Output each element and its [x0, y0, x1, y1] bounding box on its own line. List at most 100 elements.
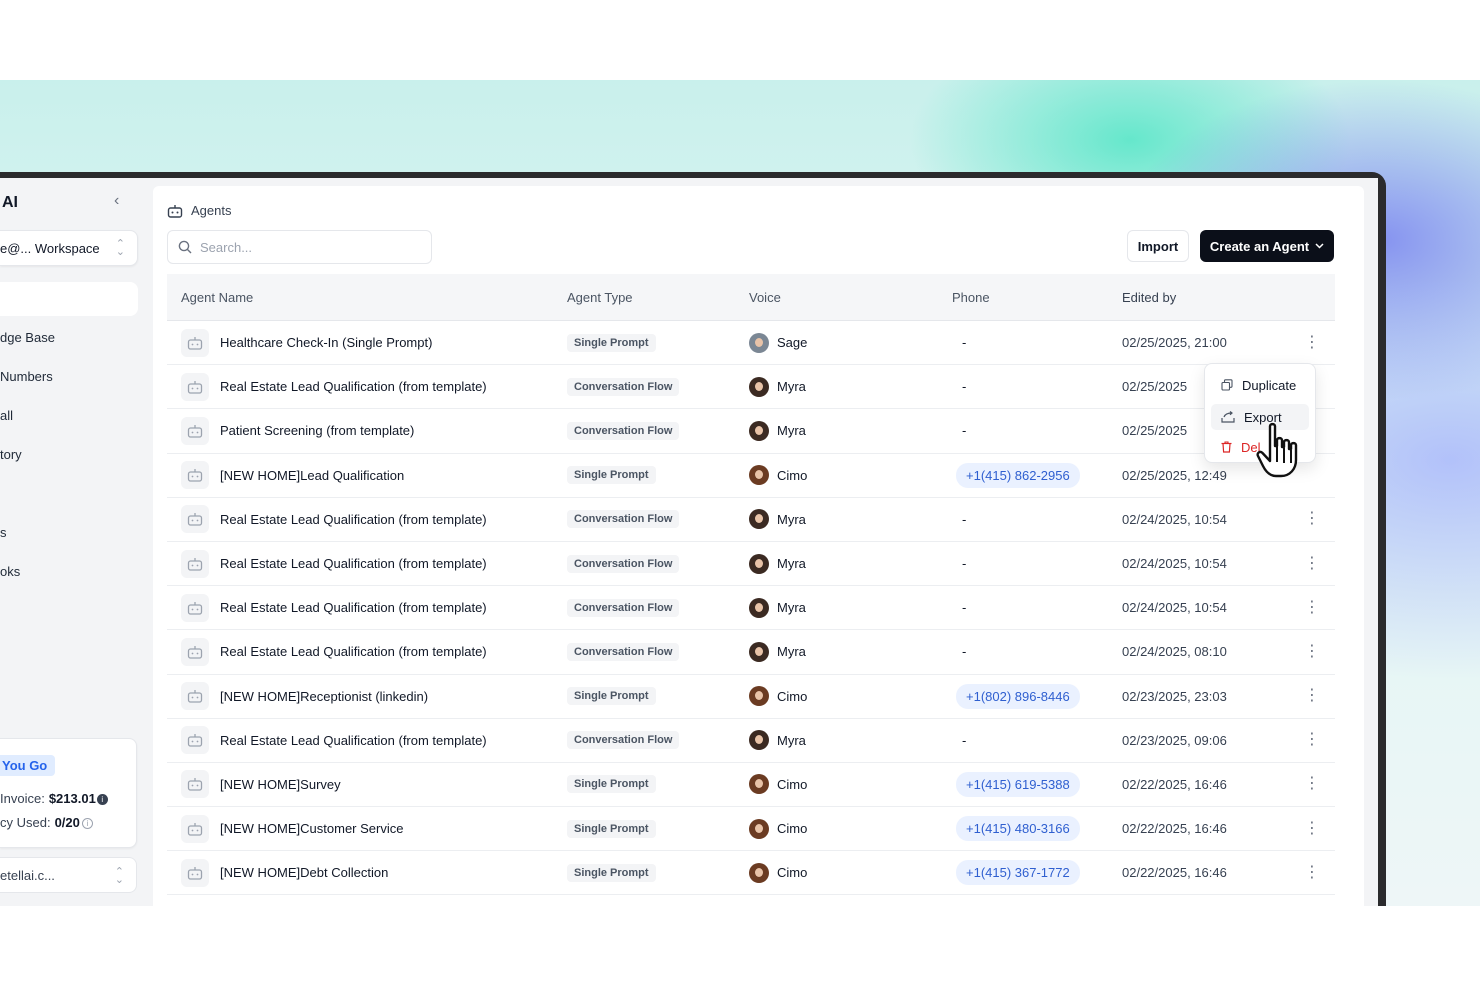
table-row[interactable]: [NEW HOME]Receptionist (linkedin) Single …: [167, 675, 1335, 719]
voice-cell: Myra: [749, 553, 952, 574]
phone-number-badge[interactable]: +1(802) 896-8446: [956, 683, 1080, 709]
agent-type-badge: Single Prompt: [567, 466, 656, 485]
more-options-icon[interactable]: ⋮: [1292, 864, 1332, 881]
column-agent-name[interactable]: Agent Name: [167, 290, 567, 305]
main-panel: Agents Import Create an Agent Agent Name…: [153, 186, 1364, 938]
agent-name[interactable]: [NEW HOME]Debt Collection: [220, 865, 388, 880]
voice-cell: Myra: [749, 420, 952, 441]
table-row[interactable]: Real Estate Lead Qualification (from tem…: [167, 586, 1335, 631]
agent-name[interactable]: Real Estate Lead Qualification (from tem…: [220, 644, 487, 659]
hand-cursor-icon: [1256, 422, 1298, 478]
table-row[interactable]: [NEW HOME]Customer Service Single Prompt C…: [167, 807, 1335, 852]
agent-name-cell: [NEW HOME]Lead Qualification: [167, 461, 567, 490]
table-row[interactable]: [NEW HOME]Debt Collection Single Prompt Ci…: [167, 851, 1335, 896]
voice-cell: Cimo: [749, 774, 952, 795]
more-options-icon[interactable]: ⋮: [1292, 776, 1332, 792]
column-phone[interactable]: Phone: [952, 290, 1122, 305]
phone-number-badge[interactable]: +1(415) 862-2956: [956, 462, 1080, 488]
table-row[interactable]: Real Estate Lead Qualification (from tem…: [167, 498, 1335, 542]
sidebar: AI ‹ e@... Workspace ⌃ ⌄ dge Base Numbers…: [0, 178, 152, 938]
table-row[interactable]: [NEW HOME]Lead Qualification Single Promp…: [167, 454, 1335, 498]
more-options-icon[interactable]: ⋮: [1292, 688, 1332, 704]
edited-by-cell: 02/24/2025, 10:54: [1122, 511, 1227, 527]
column-agent-type[interactable]: Agent Type: [567, 290, 749, 305]
voice-cell: Cimo: [749, 862, 952, 883]
voice-avatar: [749, 774, 769, 795]
agent-name[interactable]: [NEW HOME]Receptionist (linkedin): [220, 689, 428, 704]
column-edited-by[interactable]: Edited by: [1122, 290, 1292, 305]
collapse-sidebar-icon[interactable]: ‹: [114, 192, 119, 210]
table-row[interactable]: Real Estate Lead Qualification (from tem…: [167, 719, 1335, 763]
sidebar-item-agents[interactable]: [0, 282, 138, 316]
table-row[interactable]: Real Estate Lead Qualification (from tem…: [167, 542, 1335, 587]
agent-name[interactable]: Real Estate Lead Qualification (from tem…: [220, 556, 487, 571]
phone-cell: -: [952, 733, 1122, 748]
agent-name-cell: Real Estate Lead Qualification (from tem…: [167, 637, 567, 666]
agent-type-cell: Single Prompt: [567, 775, 749, 794]
voice-cell: Myra: [749, 376, 952, 397]
sidebar-item-webhooks[interactable]: oks: [0, 564, 20, 579]
sidebar-item-batch-call[interactable]: all: [0, 408, 13, 423]
agent-name[interactable]: [NEW HOME]Customer Service: [220, 821, 403, 836]
voice-name: Cimo: [777, 688, 808, 704]
sidebar-item-analytics[interactable]: s: [0, 525, 7, 540]
table-row[interactable]: [NEW HOME]Survey Single Prompt Cimo +1(415)…: [167, 763, 1335, 808]
voice-cell: Myra: [749, 509, 952, 530]
agent-name[interactable]: Real Estate Lead Qualification (from tem…: [220, 600, 487, 615]
robot-icon: [181, 814, 209, 843]
chevron-down-icon: [1315, 243, 1324, 249]
create-agent-label: Create an Agent: [1209, 238, 1310, 254]
agent-name[interactable]: [NEW HOME]Lead Qualification: [220, 468, 404, 483]
concurrency-value: 0/20: [54, 815, 80, 830]
create-agent-button[interactable]: Create an Agent: [1200, 230, 1334, 262]
search-input[interactable]: [200, 239, 400, 255]
phone-number-badge[interactable]: +1(415) 367-1772: [956, 860, 1080, 886]
more-options-icon[interactable]: ⋮: [1292, 820, 1332, 837]
voice-avatar: [749, 509, 769, 530]
more-options-icon[interactable]: ⋮: [1292, 599, 1332, 616]
agent-name[interactable]: [NEW HOME]Survey: [220, 777, 341, 792]
column-voice[interactable]: Voice: [749, 290, 952, 305]
voice-name: Myra: [777, 644, 806, 660]
menu-item-duplicate[interactable]: Duplicate: [1211, 372, 1309, 398]
search-box[interactable]: [167, 230, 432, 264]
agent-type-cell: Conversation Flow: [567, 554, 749, 573]
more-options-icon[interactable]: ⋮: [1292, 555, 1332, 572]
agent-name-cell: Real Estate Lead Qualification (from tem…: [167, 726, 567, 755]
table-row[interactable]: Healthcare Check-In (Single Prompt) Singl…: [167, 321, 1335, 366]
agent-name[interactable]: Healthcare Check-In (Single Prompt): [220, 335, 432, 350]
more-options-icon[interactable]: ⋮: [1292, 511, 1332, 527]
agent-name[interactable]: Real Estate Lead Qualification (from tem…: [220, 733, 487, 748]
voice-avatar: [749, 465, 769, 486]
agent-name[interactable]: Real Estate Lead Qualification (from tem…: [220, 512, 487, 527]
voice-avatar: [749, 862, 769, 883]
voice-cell: Myra: [749, 597, 952, 618]
account-selector[interactable]: etellai.c... ⌃ ⌄: [0, 857, 137, 893]
sidebar-item-call-history[interactable]: tory: [0, 447, 22, 462]
import-button[interactable]: Import: [1127, 230, 1189, 262]
more-options-icon[interactable]: ⋮: [1292, 643, 1332, 660]
more-options-icon[interactable]: ⋮: [1292, 732, 1332, 748]
table-row[interactable]: Real Estate Lead Qualification (from tem…: [167, 365, 1335, 410]
info-icon[interactable]: i: [96, 794, 108, 806]
voice-name: Myra: [777, 732, 806, 748]
phone-cell: -: [952, 335, 1122, 350]
agent-type-cell: Single Prompt: [567, 863, 749, 882]
agent-type-cell: Conversation Flow: [567, 598, 749, 617]
info-icon[interactable]: i: [81, 818, 93, 830]
trash-icon: [1221, 441, 1232, 453]
table-row[interactable]: Patient Screening (from template) Convers…: [167, 409, 1335, 454]
phone-number-badge[interactable]: +1(415) 619-5388: [956, 771, 1080, 797]
agent-name[interactable]: Real Estate Lead Qualification (from tem…: [220, 379, 487, 394]
sidebar-item-knowledge-base[interactable]: dge Base: [0, 330, 55, 345]
sidebar-item-phone-numbers[interactable]: Numbers: [0, 369, 53, 384]
agent-type-badge: Conversation Flow: [567, 598, 680, 617]
workspace-selector[interactable]: e@... Workspace ⌃ ⌄: [0, 230, 138, 266]
phone-number-badge[interactable]: +1(415) 480-3166: [956, 816, 1080, 842]
more-options-icon[interactable]: ⋮: [1292, 334, 1332, 351]
edited-by-cell: 02/24/2025, 08:10: [1122, 644, 1227, 660]
agent-name[interactable]: Patient Screening (from template): [220, 423, 414, 438]
voice-name: Cimo: [777, 776, 808, 792]
table-row[interactable]: Real Estate Lead Qualification (from tem…: [167, 630, 1335, 675]
voice-avatar: [749, 553, 769, 574]
